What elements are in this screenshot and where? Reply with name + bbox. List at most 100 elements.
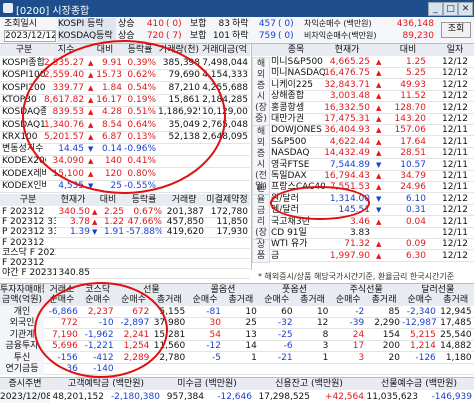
world-change: 0.09 xyxy=(405,239,426,250)
funds-credit-change: +42,564 xyxy=(324,392,364,402)
investor-value: 12 xyxy=(316,318,329,329)
kospi-up-count: 410 xyxy=(146,19,164,29)
close-button[interactable]: ✕ xyxy=(458,2,473,16)
world-change: 6.10 xyxy=(405,193,426,204)
world-date: 12/12 xyxy=(442,68,468,79)
world-name: 미니S&P500 xyxy=(271,57,323,67)
minimize-button[interactable]: _ xyxy=(428,2,443,16)
world-date: 12/11 xyxy=(442,216,468,227)
world-name: DOWJONES xyxy=(271,125,322,136)
investor-subheader-10: 총거래 xyxy=(371,295,397,305)
world-group-label: 환율 금리 (장중) xyxy=(252,184,270,249)
investor-value: 30 xyxy=(209,318,221,329)
investor-subheader-5: 순매수 xyxy=(192,295,218,305)
kosdaq-down-label: 하락 xyxy=(232,31,249,41)
investor-value: 10 xyxy=(245,307,257,317)
query-button[interactable]: 조회 xyxy=(441,22,471,38)
world-date: 12/11 xyxy=(442,136,468,147)
index-name: KODEX인버스 xyxy=(2,181,46,191)
world-date: 12/12 xyxy=(442,239,468,250)
date-label: 조회일시 xyxy=(4,19,38,29)
world-price: 16,332.50 xyxy=(324,102,370,113)
index-amount: 7,498,044 xyxy=(202,58,248,68)
world-date: 12/12 xyxy=(442,114,468,124)
futures-volume: 419,620 xyxy=(166,227,204,238)
investor-subheader-6: 총거래 xyxy=(228,295,254,305)
investor-value: -12 xyxy=(206,341,221,352)
world-date: 12/12 xyxy=(442,91,468,102)
futures-rate: -57.88% xyxy=(126,227,162,238)
investor-value: 14,882 xyxy=(440,341,472,352)
investor-value: 17,485 xyxy=(440,318,472,329)
investor-value: -25 xyxy=(277,329,293,340)
futures-table: 구분 현재가 대비 등락률 거래량 미결제약정 F 202312 340.50 ▲ 2.25 0.6… xyxy=(0,194,250,280)
world-date: 12/12 xyxy=(442,193,468,204)
kospi-down-label: 하락 xyxy=(232,19,249,29)
index-header-0: 구분 xyxy=(15,45,33,55)
investor-subheader-8: 총거래 xyxy=(300,295,325,305)
world-date: 12/12 xyxy=(442,79,468,90)
investor-value: 8 xyxy=(322,329,329,340)
world-price: 4,622.44 xyxy=(329,136,370,147)
world-change: 24.96 xyxy=(400,182,426,193)
funds-header-4: 선물예수금 (백만원) xyxy=(380,379,458,389)
non-arbitrage-label: 비차익순매수(백만원) xyxy=(304,31,377,40)
world-name: 독일DAX xyxy=(271,171,307,181)
kospi-upper-limit: ( 0) xyxy=(166,19,182,29)
kosdaq-down-count: 759 xyxy=(258,31,276,41)
investor-value: 1 xyxy=(251,352,257,363)
world-change: 157.06 xyxy=(394,125,427,136)
world-name: S&P500 xyxy=(271,136,307,147)
futures-price: 340.85 xyxy=(58,268,91,279)
futures-header-4: 거래량 xyxy=(171,195,197,205)
investor-value: 24 xyxy=(352,329,365,340)
world-header-name: 종목 xyxy=(287,45,305,55)
world-price: 36,404.93 xyxy=(324,125,370,136)
date-input[interactable]: 2023/12/12 xyxy=(4,30,56,42)
funds-deposit-change: -2,180,380 xyxy=(110,392,160,402)
investor-value: -32 xyxy=(277,318,293,329)
investor-value: 14 xyxy=(245,341,257,352)
investor-value: 2,290 xyxy=(374,318,400,329)
kosdaq-flat-count: 101 xyxy=(212,31,230,41)
futures-open-interest: 17,930 xyxy=(216,227,249,238)
investor-subheader-title: 금액(억원) xyxy=(1,295,43,305)
investor-value: 25 xyxy=(245,318,257,329)
funds-futures-deposit: 11,035,623 xyxy=(366,392,418,402)
world-name: CD 91일 xyxy=(271,228,307,238)
world-price: 7,544.89 xyxy=(329,159,370,170)
futures-header-5: 미결제약정 xyxy=(206,195,248,205)
annotation-circle-investor xyxy=(34,282,168,378)
futures-header-0: 구분 xyxy=(19,195,37,205)
investor-value: -2 xyxy=(355,307,365,317)
title-bar: [0200] 시장종합 _ □ ✕ xyxy=(0,0,474,17)
world-markets-table: 종목 현재가 대비 일자 미니S&P500 4,665.25 ▲ 1.25 12/12 미니NAS… xyxy=(251,44,474,270)
world-change: 0.31 xyxy=(405,205,426,216)
world-date: 12/11 xyxy=(442,159,468,170)
world-price: 3,003.48 xyxy=(329,91,370,102)
world-change: 49.93 xyxy=(400,79,426,90)
funds-date: 2023/12/08 xyxy=(0,391,50,403)
window-title: [0200] 시장종합 xyxy=(16,6,90,17)
market-funds-table: 증시주변 고객예탁금 (백만원) 미수금 (백만원) 신용잔고 (백만원) 선물예수금 … xyxy=(0,377,474,408)
world-change: 6.30 xyxy=(405,250,426,261)
world-price: 1,997.90 xyxy=(329,250,370,261)
futures-price: 1.39 xyxy=(69,227,90,238)
investor-value: 13 xyxy=(245,329,257,340)
index-name: KODEX레버리지 xyxy=(2,168,46,179)
world-date: 12/12 xyxy=(442,250,468,261)
futures-header-3: 등락률 xyxy=(131,195,157,205)
funds-futures-change: -146,939 xyxy=(431,392,472,402)
world-price: 71.32 xyxy=(344,239,370,250)
kospi-down-count: 457 xyxy=(258,19,276,29)
maximize-button[interactable]: □ xyxy=(443,2,458,16)
world-name: 미니NASDAQ xyxy=(271,68,325,79)
world-date: 12/11 xyxy=(442,148,468,159)
funds-credit: 17,298,525 xyxy=(258,392,310,402)
world-change: 28.51 xyxy=(400,148,426,159)
funds-unpaid: 957,384 xyxy=(166,392,204,402)
world-change: 0.04 xyxy=(405,216,426,227)
investor-value: 17 xyxy=(352,341,365,352)
world-name: 니케이225 xyxy=(271,79,314,90)
world-change: 34.79 xyxy=(400,171,426,181)
